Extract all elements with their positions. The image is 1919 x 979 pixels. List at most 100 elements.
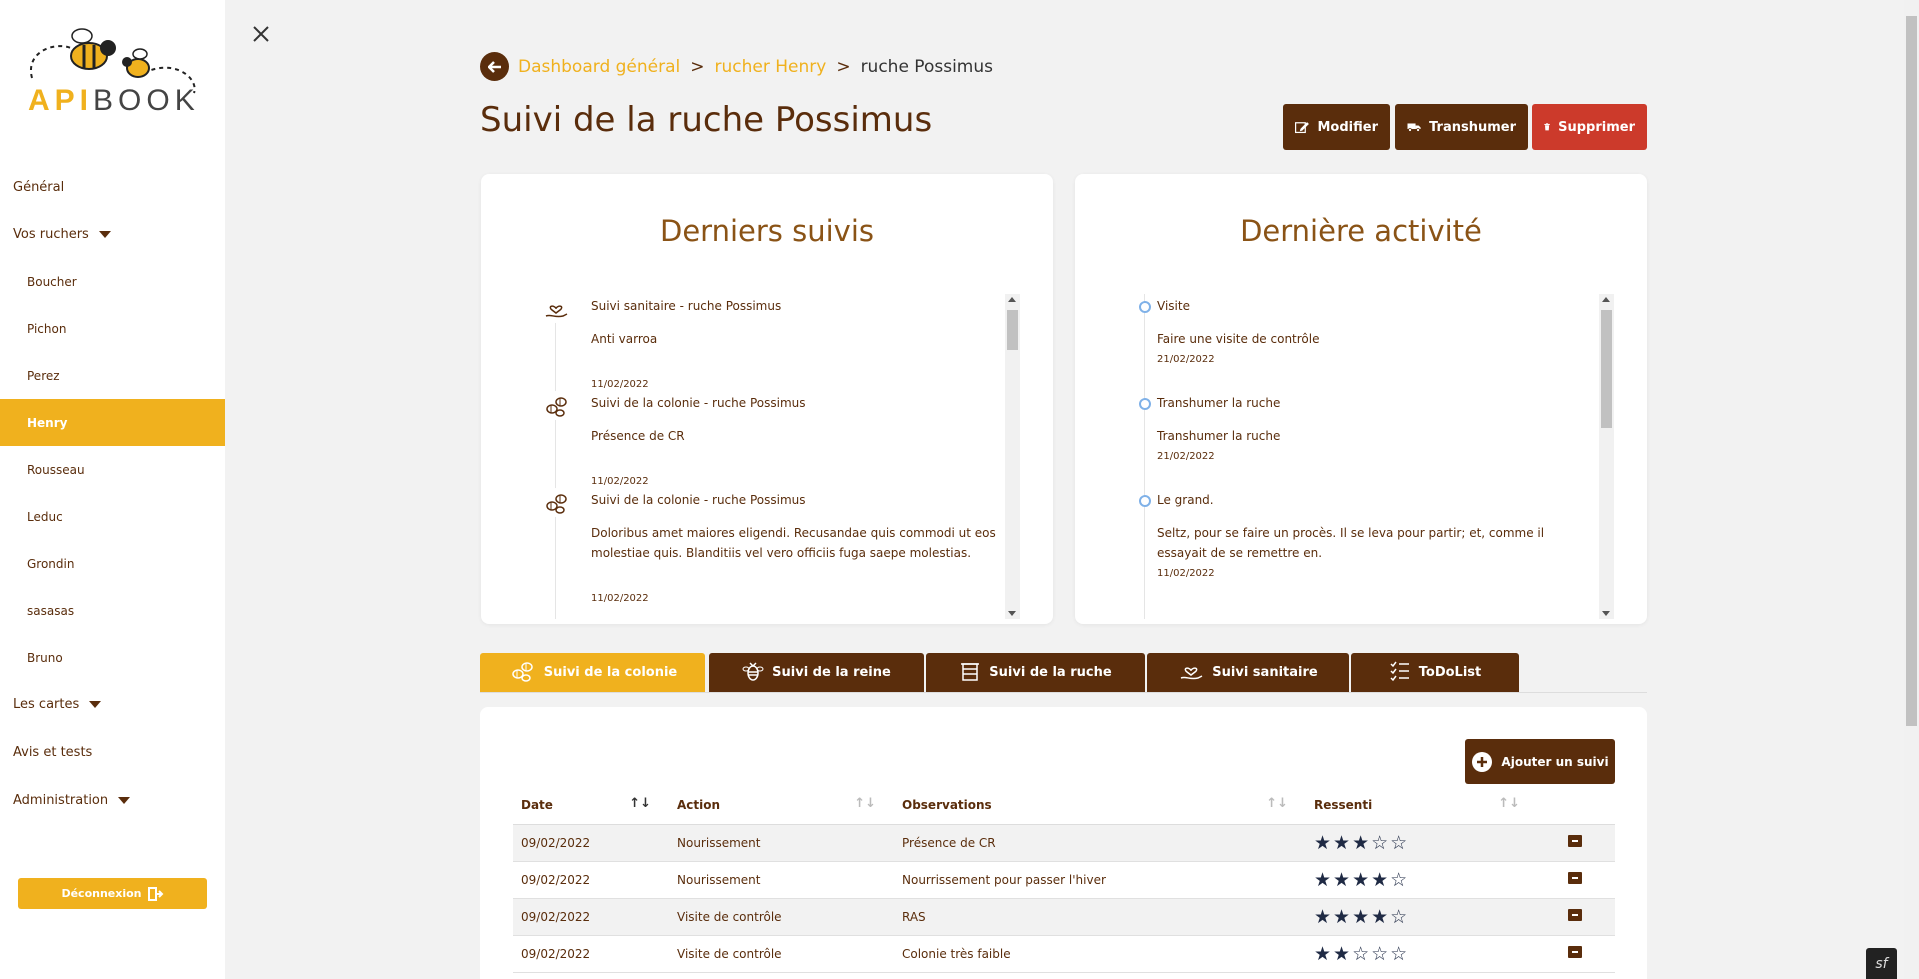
scrollbar[interactable]: [1599, 294, 1614, 619]
edit-button[interactable]: Modifier: [1283, 104, 1390, 150]
table-row[interactable]: 09/02/2022 Visite de contrôle Colonie très…: [513, 935, 1615, 973]
close-icon[interactable]: [249, 22, 273, 46]
feed-item-desc: Doloribus amet maiores eligendi. Recusan…: [591, 526, 996, 560]
sidebar-item-rousseau[interactable]: Rousseau: [0, 446, 225, 493]
back-button[interactable]: [480, 52, 509, 81]
symfony-toolbar-icon[interactable]: sf: [1866, 948, 1897, 979]
sort-icon[interactable]: ↑↓: [854, 796, 876, 811]
cell-observations: Nourrissement pour passer l'hiver: [894, 861, 1306, 899]
column-label: Date: [521, 797, 553, 812]
sidebar-item-vos-ruchers[interactable]: Vos ruchers: [0, 211, 225, 258]
sidebar-item-henry[interactable]: Henry: [0, 399, 225, 446]
tab-suivi-de-la-reine[interactable]: Suivi de la reine: [709, 653, 924, 692]
tab-todolist[interactable]: ToDoList: [1351, 653, 1519, 692]
scroll-down-arrow-icon[interactable]: [1602, 611, 1610, 616]
feed-item-date: 21/02/2022: [1157, 451, 1215, 462]
last-followups-feed: Suivi sanitaire - ruche Possimus Anti var…: [541, 294, 1001, 619]
sidebar-item-pichon[interactable]: Pichon: [0, 305, 225, 352]
column-header-observations[interactable]: Observations ↑↓: [894, 786, 1306, 825]
sidebar-item-label: sasasas: [27, 603, 75, 618]
sort-icon[interactable]: ↑↓: [1266, 796, 1288, 811]
breadcrumb: Dashboard général > rucher Henry > ruche…: [480, 52, 993, 81]
add-followup-button[interactable]: Ajouter un suivi: [1465, 739, 1615, 784]
sort-icon[interactable]: ↑↓: [1498, 796, 1520, 811]
delete-label: Supprimer: [1558, 119, 1635, 135]
caret-down-icon: [118, 797, 131, 804]
scroll-up-arrow-icon[interactable]: [1602, 297, 1610, 302]
cell-observations: Colonie très faible: [894, 935, 1306, 973]
timeline-dot-icon: [1139, 495, 1151, 507]
tab-suivi-de-la-colonie[interactable]: Suivi de la colonie: [480, 653, 705, 692]
column-label: Ressenti: [1314, 797, 1373, 812]
sidebar-item-les-cartes[interactable]: Les cartes: [0, 681, 225, 728]
feed-item-date: 11/02/2022: [591, 476, 649, 487]
delete-button[interactable]: Supprimer: [1532, 104, 1647, 150]
table-row[interactable]: 09/02/2022 Visite de contrôle RAS ★★★★☆: [513, 898, 1615, 936]
breadcrumb-dashboard[interactable]: Dashboard général: [518, 57, 680, 77]
sidebar-item-leduc[interactable]: Leduc: [0, 493, 225, 540]
sort-desc-icon[interactable]: ↑↓: [629, 796, 651, 811]
sidebar-item-boucher[interactable]: Boucher: [0, 258, 225, 305]
followup-tabs: Suivi de la colonie Suivi de la reine Suiv…: [480, 653, 1647, 693]
page-scroll-thumb[interactable]: [1906, 16, 1917, 726]
heart-hand-icon: [541, 294, 570, 323]
cell-actions: [1538, 935, 1615, 973]
sidebar-item-administration[interactable]: Administration: [0, 777, 225, 824]
star-rating-icon: ★★★★☆: [1314, 905, 1410, 928]
sidebar-item-g-n-ral[interactable]: Général: [0, 164, 225, 211]
archive-icon[interactable]: [1568, 835, 1582, 847]
scroll-up-arrow-icon[interactable]: [1008, 297, 1016, 302]
timeline-line: [555, 294, 556, 619]
column-header-ressenti[interactable]: Ressenti ↑↓: [1306, 786, 1538, 825]
feed-item-date: 11/02/2022: [591, 593, 649, 604]
logout-icon: [147, 886, 163, 901]
feed-item-title: Suivi de la colonie - ruche Possimus: [591, 493, 806, 507]
sidebar-item-label: Bruno: [27, 650, 63, 665]
sidebar-item-label: Grondin: [27, 556, 75, 571]
feed-item-desc: Transhumer la ruche: [1157, 429, 1281, 443]
table-row[interactable]: 09/02/2022 Nourissement Nourrissement pour…: [513, 861, 1615, 899]
table-row[interactable]: 09/02/2022 Nourissement Présence de CR ★★★☆…: [513, 824, 1615, 862]
scrollbar[interactable]: [1005, 294, 1020, 619]
feed-item-date: 21/02/2022: [1157, 354, 1215, 365]
column-header-actions: [1538, 786, 1615, 825]
caret-down-icon: [98, 231, 111, 238]
sidebar-item-label: Avis et tests: [13, 745, 93, 760]
sidebar-item-grondin[interactable]: Grondin: [0, 540, 225, 587]
tab-label: Suivi de la reine: [772, 665, 891, 680]
column-label: Action: [677, 797, 721, 812]
tab-label: Suivi de la ruche: [989, 665, 1112, 680]
heart-hand-icon: [1178, 658, 1204, 688]
archive-icon[interactable]: [1568, 946, 1582, 958]
feed-item-desc: Faire une visite de contrôle: [1157, 332, 1320, 346]
column-header-date[interactable]: Date ↑↓: [513, 786, 669, 825]
transhumer-button[interactable]: Transhumer: [1395, 104, 1528, 150]
arrow-left-icon: [487, 60, 501, 73]
sidebar-item-perez[interactable]: Perez: [0, 352, 225, 399]
scroll-thumb[interactable]: [1601, 310, 1612, 428]
feed-item-date: 11/02/2022: [591, 379, 649, 390]
queen-bee-icon: [742, 660, 764, 686]
last-followups-card: Derniers suivis Suivi sanitaire - ruche …: [481, 174, 1053, 624]
sidebar-item-avis-et-tests[interactable]: Avis et tests: [0, 729, 225, 776]
archive-icon[interactable]: [1568, 872, 1582, 884]
scroll-down-arrow-icon[interactable]: [1008, 611, 1016, 616]
archive-icon[interactable]: [1568, 909, 1582, 921]
page-scrollbar[interactable]: [1904, 0, 1919, 979]
sidebar-item-bruno[interactable]: Bruno: [0, 634, 225, 681]
breadcrumb-apiary[interactable]: rucher Henry: [715, 57, 827, 77]
last-activity-feed: Visite Faire une visite de contrôle 21/02/…: [1130, 294, 1590, 619]
feed-item-title: Le grand.: [1157, 493, 1214, 507]
feed-item-title: Suivi de la colonie - ruche Possimus: [591, 396, 806, 410]
feed-item-date: 11/02/2022: [1157, 568, 1215, 579]
star-rating-icon: ★★★☆☆: [1314, 831, 1410, 854]
scroll-thumb[interactable]: [1007, 310, 1018, 350]
tab-suivi-sanitaire[interactable]: Suivi sanitaire: [1147, 653, 1349, 692]
tab-suivi-de-la-ruche[interactable]: Suivi de la ruche: [926, 653, 1145, 692]
cell-actions: [1538, 898, 1615, 936]
column-header-action[interactable]: Action ↑↓: [669, 786, 894, 825]
cell-rating: ★★★★☆: [1306, 898, 1538, 936]
sidebar-item-sasasas[interactable]: sasasas: [0, 587, 225, 634]
logout-button[interactable]: Déconnexion: [18, 878, 207, 909]
last-activity-title: Dernière activité: [1240, 214, 1482, 248]
